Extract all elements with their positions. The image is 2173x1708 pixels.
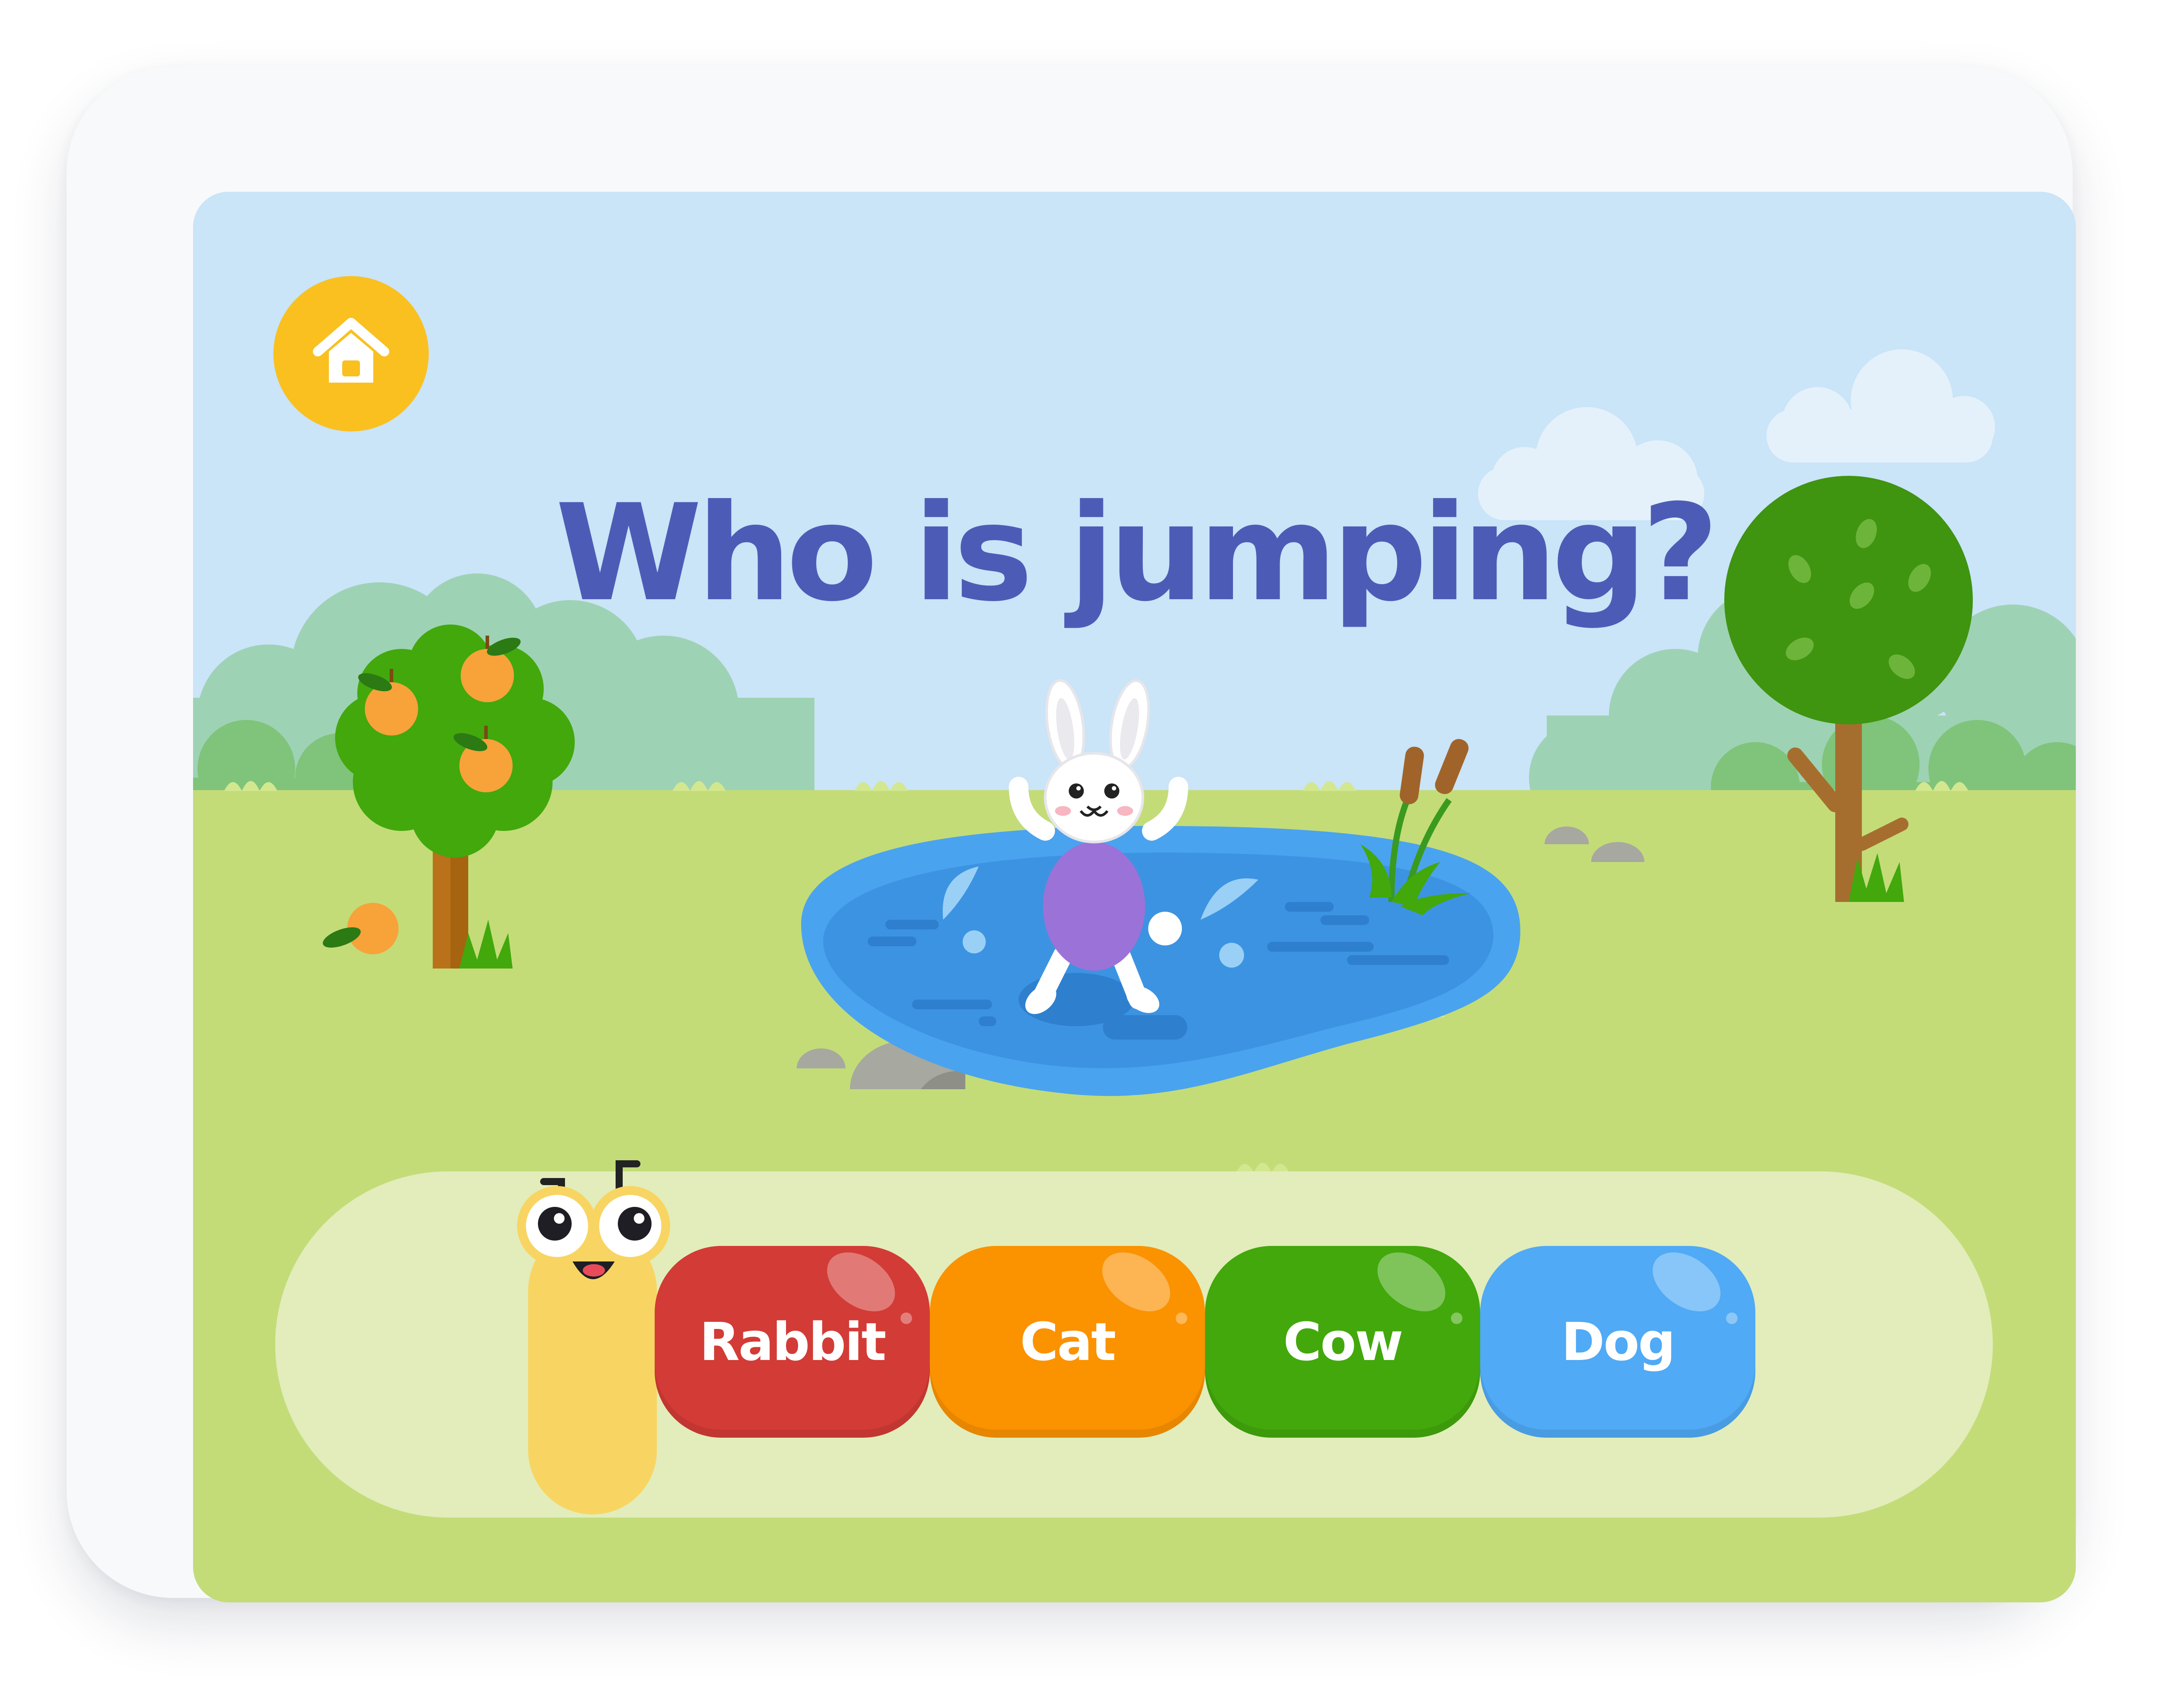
game-screen: Who is jumping? Rabbit Cat Cow Dog (193, 192, 2076, 1602)
button-shine-dot (901, 1313, 912, 1324)
answer-button-dog[interactable]: Dog (1480, 1240, 1755, 1438)
answer-button-rabbit[interactable]: Rabbit (655, 1240, 930, 1438)
tablet-frame: Who is jumping? Rabbit Cat Cow Dog (67, 67, 2076, 1602)
question-title: Who is jumping? (555, 476, 1719, 631)
home-button[interactable] (273, 276, 429, 431)
button-shine-dot (1451, 1313, 1462, 1324)
answer-button-cow[interactable]: Cow (1205, 1240, 1480, 1438)
answer-label: Dog (1561, 1311, 1675, 1372)
answer-label: Rabbit (699, 1311, 886, 1372)
home-icon (313, 318, 389, 383)
answer-button-cat[interactable]: Cat (930, 1240, 1205, 1438)
caterpillar-character (517, 1160, 670, 1514)
button-shine-dot (1176, 1313, 1187, 1324)
button-shine-dot (1726, 1313, 1738, 1324)
answer-label: Cow (1283, 1311, 1403, 1372)
answer-label: Cat (1020, 1311, 1116, 1372)
